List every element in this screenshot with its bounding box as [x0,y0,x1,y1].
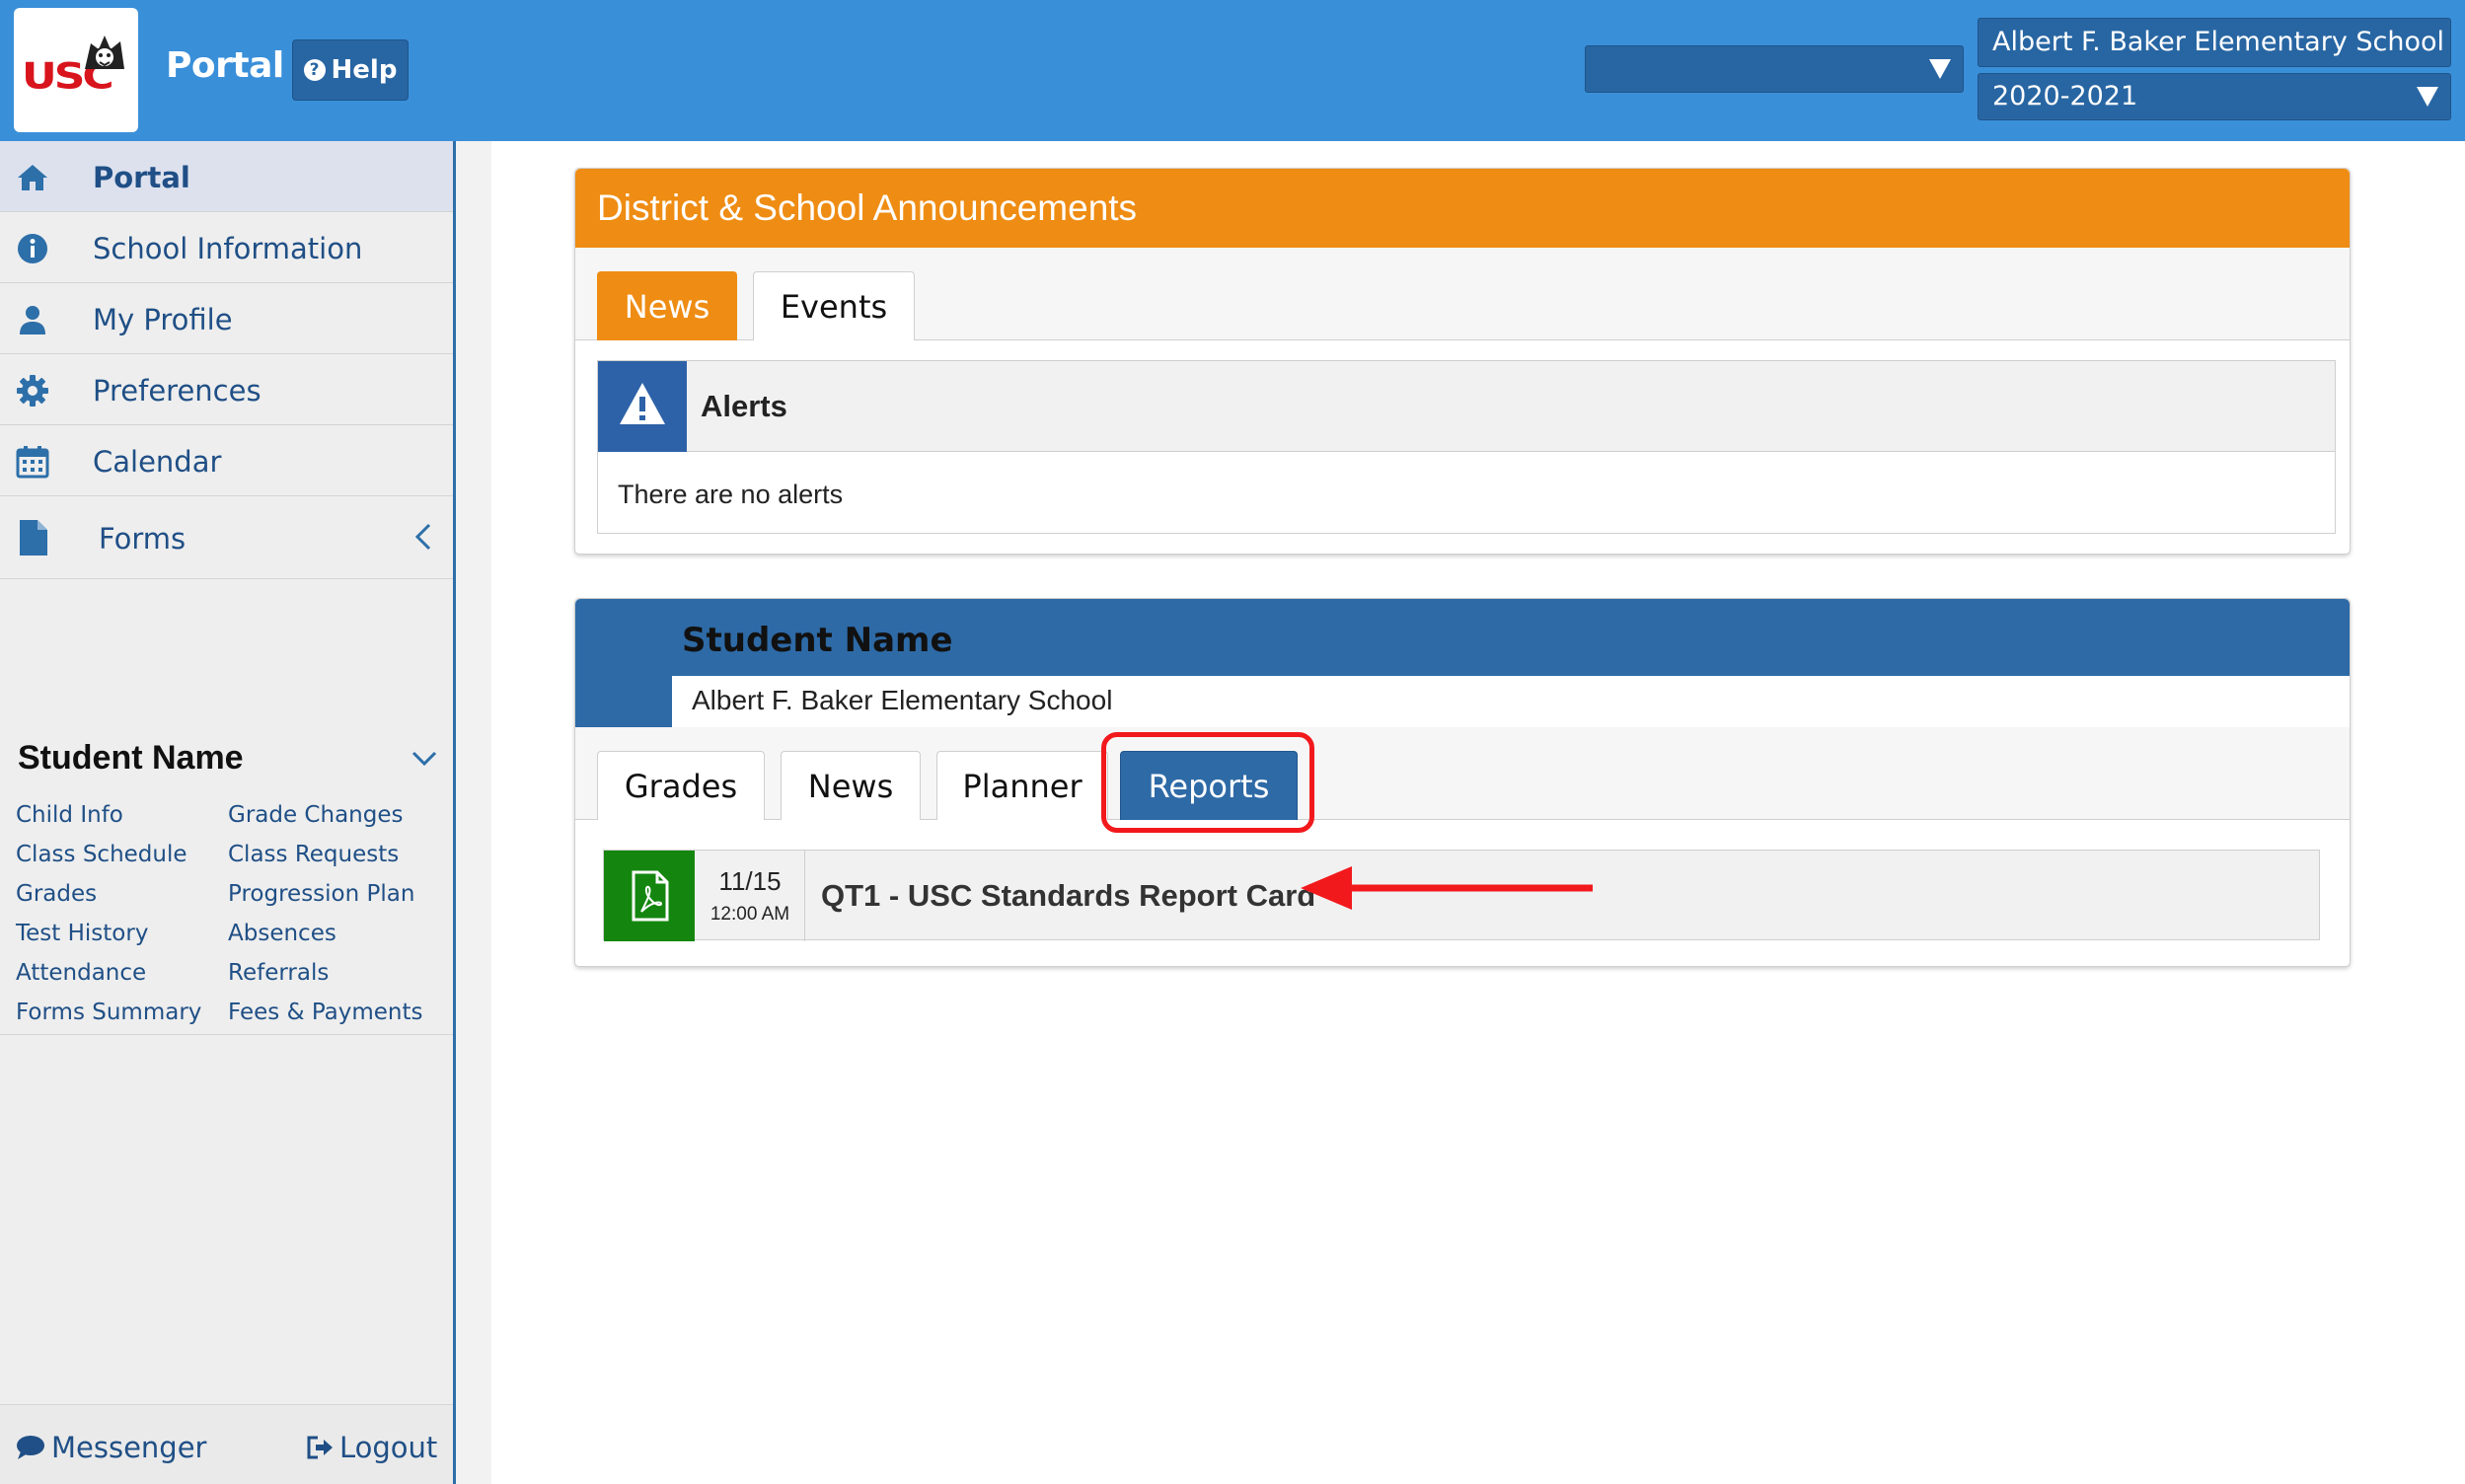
link-absences[interactable]: Absences [228,921,336,946]
link-grades[interactable]: Grades [16,881,97,907]
student-tabbar: Grades News Planner Reports [575,727,2350,820]
chevron-down-icon[interactable] [411,749,438,769]
report-date-day: 11/15 [718,866,782,896]
sidebar-item-school-information[interactable]: School Information [0,212,453,283]
district-logo[interactable]: USC [14,8,138,132]
student-section: Student Name Child Info Class Schedule G… [0,719,453,1035]
student-school: Albert F. Baker Elementary School [672,676,2350,727]
pdf-file-icon [632,870,669,922]
tab-label: Events [780,287,888,326]
sidebar-item-label: Portal [93,161,190,194]
link-progression-plan[interactable]: Progression Plan [228,881,414,907]
reports-tab-highlight [1101,732,1314,833]
sidebar-item-calendar[interactable]: Calendar [0,425,453,496]
link-referrals[interactable]: Referrals [228,960,329,986]
pdf-icon-box [604,851,695,941]
tab-events[interactable]: Events [753,271,915,340]
alerts-title: Alerts [701,389,787,423]
school-select-value: Albert F. Baker Elementary School [1992,27,2445,57]
link-forms-summary[interactable]: Forms Summary [16,1000,201,1025]
link-class-requests[interactable]: Class Requests [228,842,399,867]
tab-grades[interactable]: Grades [597,751,765,820]
sidebar-item-my-profile[interactable]: My Profile [0,283,453,354]
sidebar-item-portal[interactable]: Portal [0,141,453,212]
report-date-time: 12:00 AM [710,904,790,925]
link-test-history[interactable]: Test History [16,921,148,946]
user-icon [20,306,45,334]
tab-label: Grades [624,767,738,805]
tab-label: News [624,287,710,326]
announcements-panel: District & School Announcements News Eve… [574,168,2351,555]
link-child-info[interactable]: Child Info [16,802,123,828]
question-circle-icon: ? [303,59,326,81]
chevron-left-icon[interactable] [413,522,433,552]
announcements-tabbar: News Events [575,248,2350,340]
district-select[interactable] [1585,45,1964,93]
sign-out-icon [307,1436,333,1459]
help-button[interactable]: ? Help [292,39,409,101]
top-header: USC Portal ? Help Albert F. Baker Elemen… [0,0,2465,141]
tab-planner[interactable]: Planner [936,751,1108,820]
tab-label: Planner [962,767,1083,805]
tab-news[interactable]: News [781,751,921,820]
document-icon [20,520,47,556]
messenger-label: Messenger [51,1431,207,1464]
caret-down-icon [1929,59,1951,79]
link-fees-payments[interactable]: Fees & Payments [228,1000,423,1025]
sidebar-item-preferences[interactable]: Preferences [0,354,453,425]
messenger-link[interactable]: Messenger [16,1431,206,1464]
student-name-heading: Student Name [18,739,244,777]
info-icon [18,234,47,263]
link-attendance[interactable]: Attendance [16,960,146,986]
report-title[interactable]: QT1 - USC Standards Report Card [821,878,1315,914]
alerts-message: There are no alerts [618,480,844,509]
sidebar-item-label: Calendar [93,445,222,479]
sidebar-item-label: Preferences [93,374,261,408]
alerts-box: Alerts There are no alerts [597,360,2336,534]
tab-news[interactable]: News [597,271,737,340]
alerts-header: Alerts [598,361,2335,452]
link-grade-changes[interactable]: Grade Changes [228,802,403,828]
year-select[interactable]: 2020-2021 [1978,73,2451,120]
help-label: Help [331,55,398,85]
sidebar-item-label: School Information [93,232,363,265]
sidebar-footer: Messenger Logout [0,1404,453,1484]
sidebar-item-label: Forms [99,522,187,556]
sidebar-item-forms[interactable]: Forms [0,496,453,579]
student-name: Student Name [682,621,953,660]
sidebar: Portal School Information My Profile Pre… [0,141,456,1484]
warning-icon [620,383,665,424]
warning-icon-box [598,361,687,452]
tab-label: News [807,767,894,805]
chat-bubble-icon [17,1436,44,1459]
logout-label: Logout [339,1431,438,1464]
mascot-icon [85,36,124,69]
portal-title: Portal [166,45,284,86]
announcements-title: District & School Announcements [575,169,2350,248]
home-icon [18,165,47,190]
logout-link[interactable]: Logout [306,1431,437,1464]
annotation-arrow-icon [1301,866,1593,910]
student-panel-header: Student Name Albert F. Baker Elementary … [575,599,2350,727]
report-date: 11/15 12:00 AM [695,851,805,941]
school-select[interactable]: Albert F. Baker Elementary School [1978,18,2451,67]
gear-icon [17,375,48,407]
sidebar-item-label: My Profile [93,303,233,336]
caret-down-icon [2417,87,2438,107]
calendar-icon [16,446,49,479]
year-select-value: 2020-2021 [1992,81,2138,111]
link-class-schedule[interactable]: Class Schedule [16,842,187,867]
